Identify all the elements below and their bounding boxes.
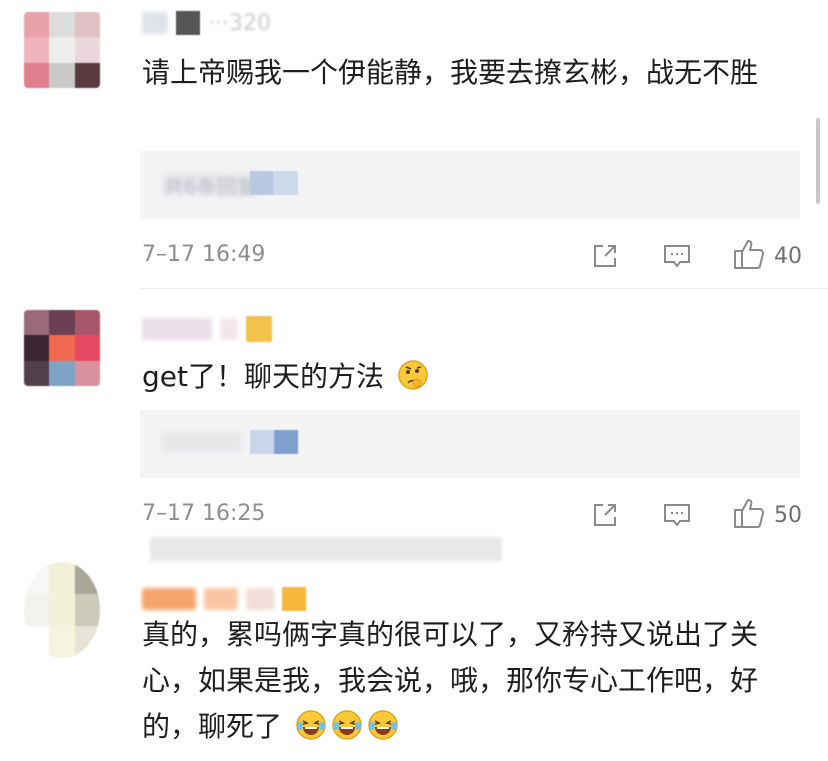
- username-text: ···320: [208, 10, 271, 36]
- comment-item: 真的，累吗俩字真的很可以了，又矜持又说出了关心，如果是我，我会说，哦，那你专心工…: [0, 548, 828, 761]
- replies-mosaic: [250, 171, 298, 195]
- comment-icon[interactable]: [660, 498, 694, 532]
- like-button[interactable]: 40: [732, 237, 802, 275]
- avatar[interactable]: [24, 12, 100, 88]
- divider: [140, 288, 828, 289]
- comment-item: get了！聊天的方法 7–17 16:25 50: [0, 290, 828, 548]
- username-mosaic: [204, 588, 238, 610]
- like-count: 40: [774, 243, 802, 269]
- timestamp: 7–17 16:25: [142, 501, 266, 526]
- scrollbar[interactable]: [816, 118, 820, 204]
- like-button[interactable]: 50: [732, 496, 802, 534]
- thinking-emoji-icon: [397, 359, 429, 391]
- comment-text-content: 真的，累吗俩字真的很可以了，又矜持又说出了关心，如果是我，我会说，哦，那你专心工…: [142, 618, 759, 743]
- thumbs-up-icon: [732, 496, 766, 534]
- comment-text: 请上帝赐我一个伊能静，我要去撩玄彬，战无不胜: [142, 56, 759, 89]
- comment-meta: 7–17 16:25 50: [142, 495, 802, 535]
- replies-preview[interactable]: [140, 410, 800, 478]
- thumbs-up-icon: [732, 237, 766, 275]
- comment-icon[interactable]: [660, 239, 694, 273]
- action-bar: 40: [588, 236, 802, 276]
- username-mosaic: [246, 588, 274, 610]
- username[interactable]: ···320: [142, 8, 271, 38]
- username-mosaic: [142, 12, 168, 34]
- action-bar: 50: [588, 495, 802, 535]
- username-mosaic: [176, 11, 200, 35]
- timestamp: 7–17 16:49: [142, 242, 266, 267]
- like-count: 50: [774, 502, 802, 528]
- avatar[interactable]: [24, 310, 100, 386]
- laughing-tears-emoji-icon: [295, 709, 327, 741]
- username-mosaic: [142, 318, 212, 340]
- comment-text: get了！聊天的方法: [142, 354, 802, 400]
- replies-count: 共6条回复: [164, 175, 257, 199]
- vip-badge-icon: [246, 316, 272, 342]
- vip-badge-icon: [282, 587, 306, 611]
- replies-blur: [162, 432, 242, 452]
- laughing-tears-emoji-icon: [331, 709, 363, 741]
- replies-mosaic: [250, 430, 298, 454]
- comment-item: ···320 请上帝赐我一个伊能静，我要去撩玄彬，战无不胜 共6条回复 7–17…: [0, 0, 828, 290]
- avatar[interactable]: [24, 562, 100, 658]
- comment-text-content: get了！聊天的方法: [142, 360, 384, 393]
- share-icon[interactable]: [588, 498, 622, 532]
- comment-meta: 7–17 16:49 40: [142, 236, 802, 276]
- username[interactable]: [142, 584, 306, 614]
- share-icon[interactable]: [588, 239, 622, 273]
- laughing-tears-emoji-icon: [367, 709, 399, 741]
- replies-preview[interactable]: 共6条回复: [140, 151, 800, 219]
- comment-text: 真的，累吗俩字真的很可以了，又矜持又说出了关心，如果是我，我会说，哦，那你专心工…: [142, 612, 802, 750]
- username[interactable]: [142, 314, 272, 344]
- username-mosaic: [220, 318, 238, 340]
- username-mosaic: [142, 588, 196, 610]
